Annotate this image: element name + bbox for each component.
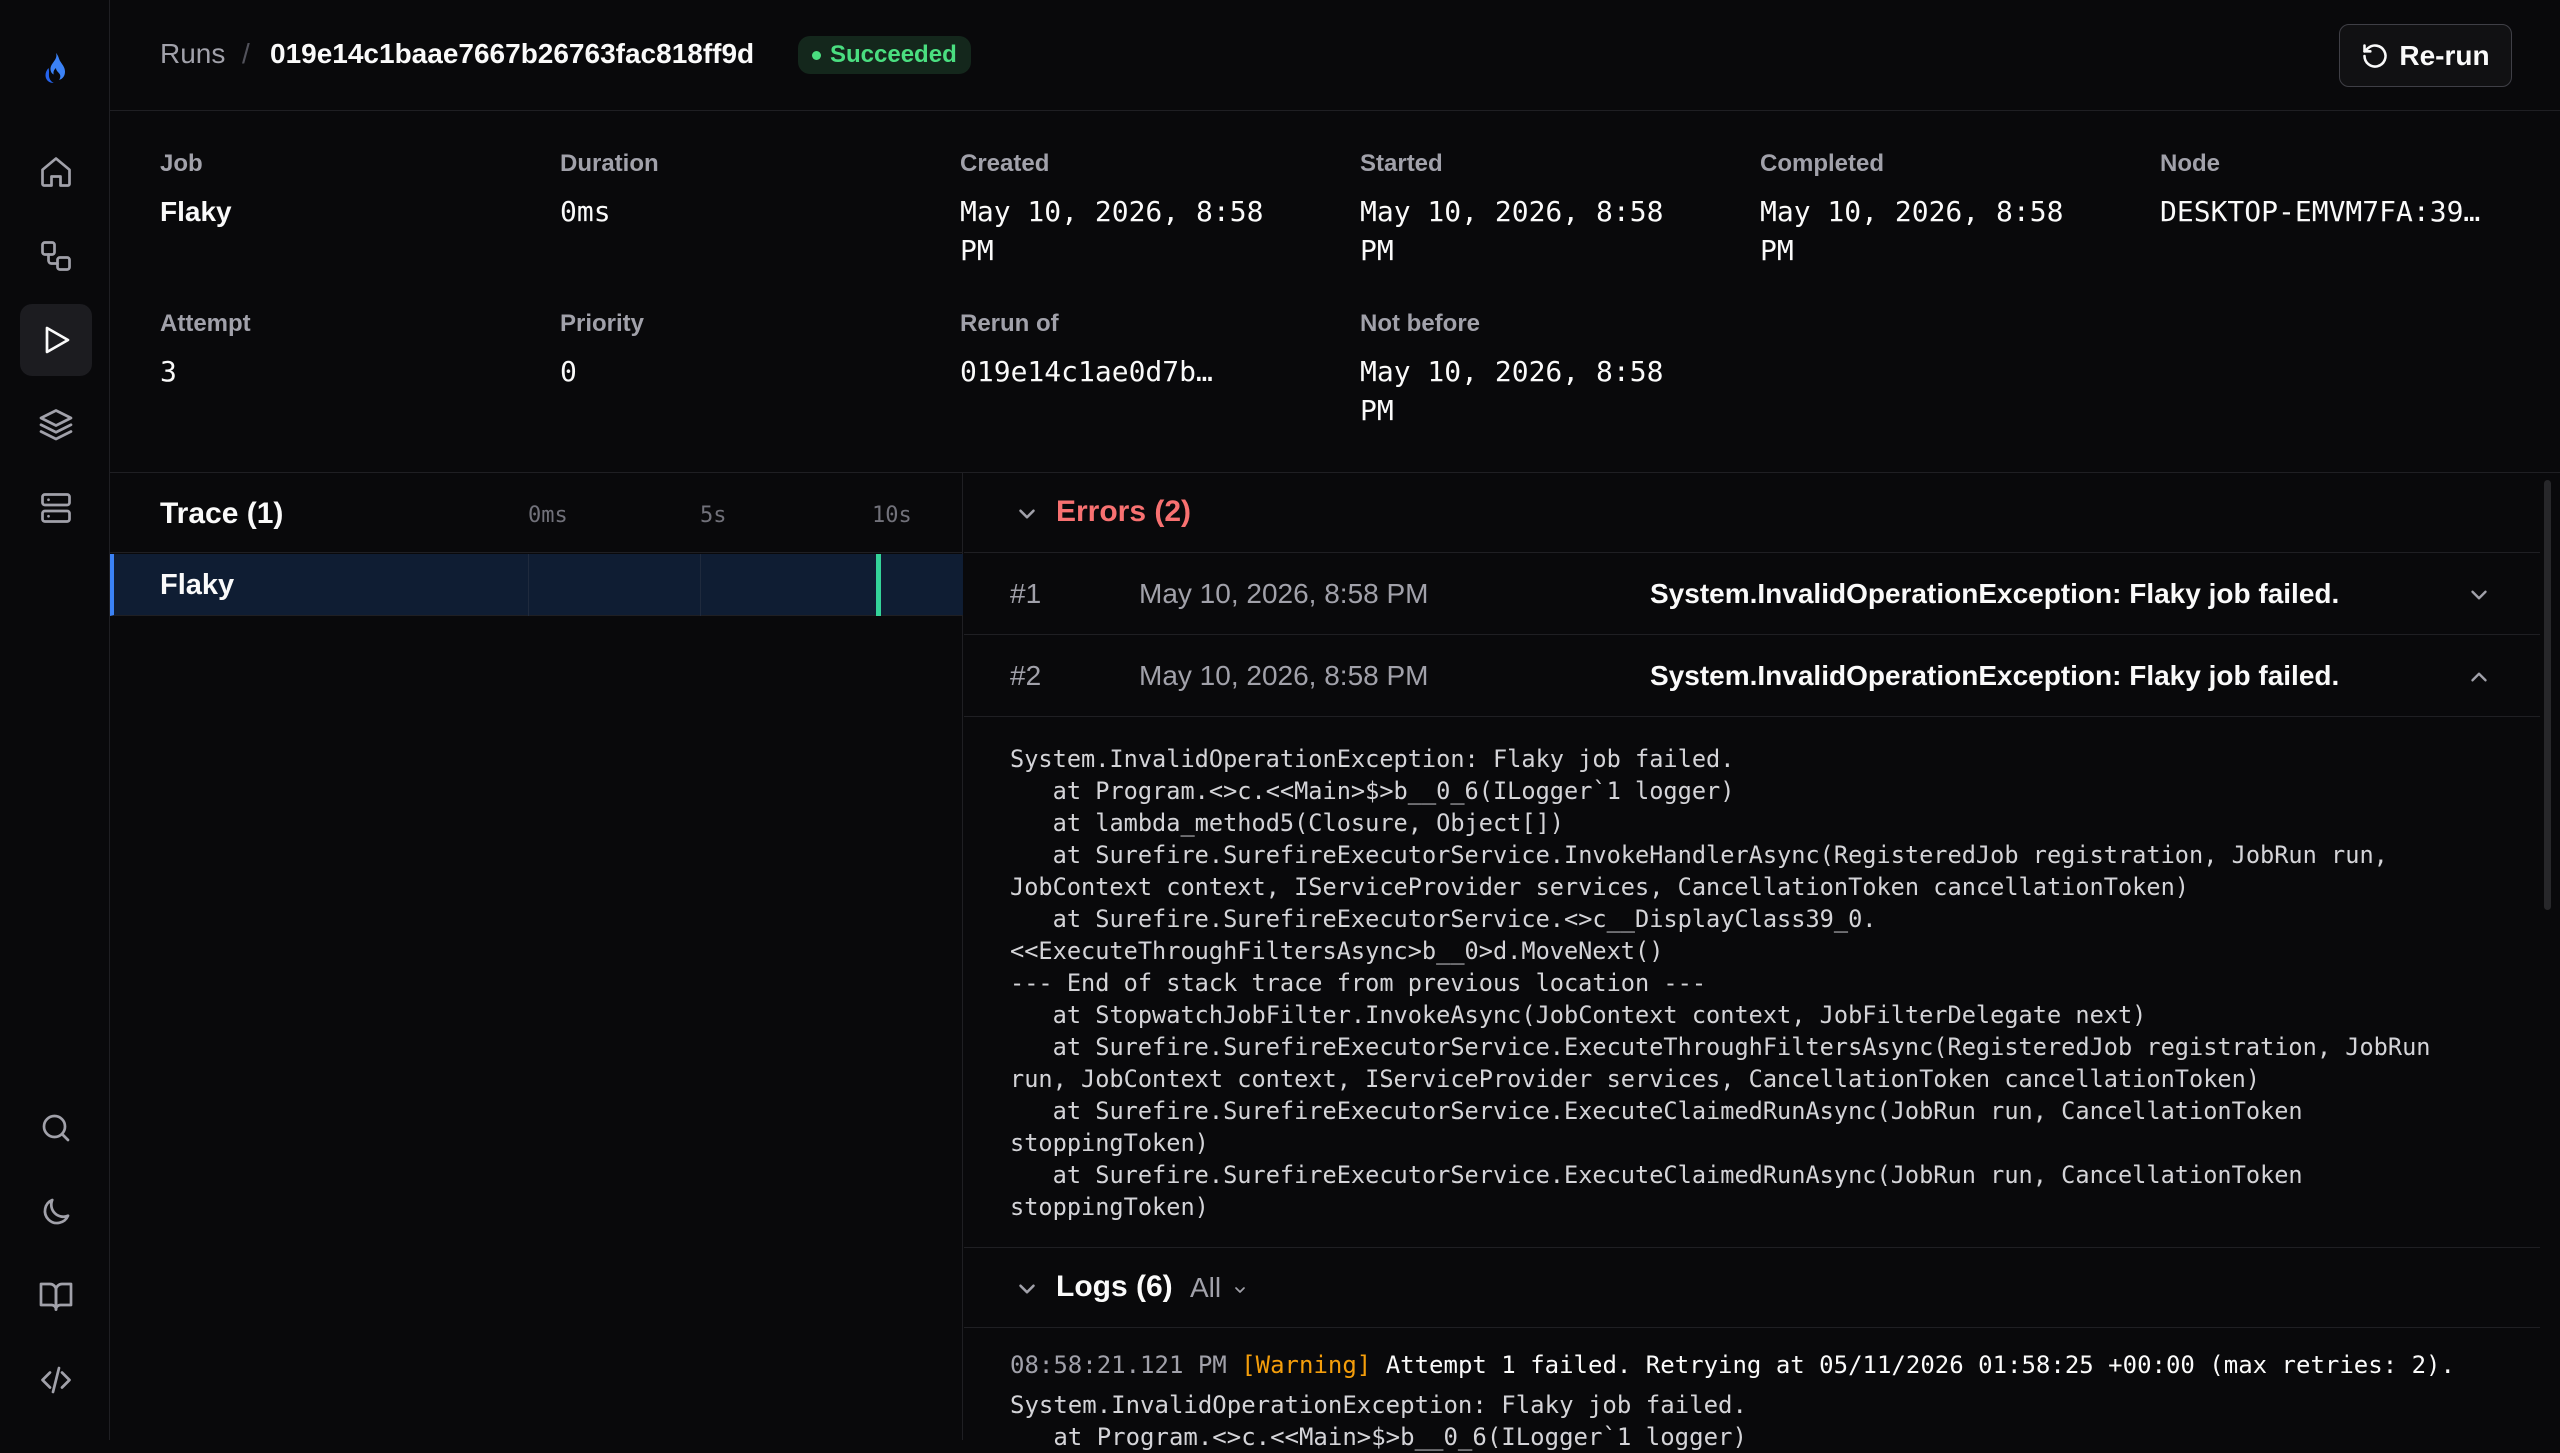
errors-header[interactable]: Errors (2) xyxy=(964,473,2540,553)
logs-filter-select[interactable]: All xyxy=(1190,1272,1221,1304)
detail-created: Created May 10, 2026, 8:58 PM xyxy=(960,150,1290,270)
detail-priority: Priority 0 xyxy=(560,310,940,391)
log-time: 08:58:21.121 PM xyxy=(1010,1351,1227,1379)
trace-header: Trace (1) 0ms 5s 10s xyxy=(110,473,963,553)
details-panel: Errors (2) #1 May 10, 2026, 8:58 PM Syst… xyxy=(964,473,2540,1451)
moon-icon[interactable] xyxy=(20,1176,92,1248)
error-number: #1 xyxy=(1010,578,1042,609)
trace-span-bar[interactable] xyxy=(876,554,881,616)
search-icon[interactable] xyxy=(20,1092,92,1164)
detail-label: Attempt xyxy=(160,310,251,337)
status-badge: Succeeded xyxy=(798,36,971,74)
layers-icon[interactable] xyxy=(20,388,92,460)
server-icon[interactable] xyxy=(20,472,92,544)
stack-trace: System.InvalidOperationException: Flaky … xyxy=(1010,745,2431,1221)
detail-value: May 10, 2026, 8:58 PM xyxy=(1360,195,1664,267)
book-icon[interactable] xyxy=(20,1260,92,1332)
error-time: May 10, 2026, 8:58 PM xyxy=(1139,660,1429,691)
trace-gridline xyxy=(528,554,529,616)
detail-value: 3 xyxy=(160,355,177,388)
error-time: May 10, 2026, 8:58 PM xyxy=(1139,578,1429,609)
breadcrumb-separator: / xyxy=(242,38,250,69)
detail-completed: Completed May 10, 2026, 8:58 PM xyxy=(1760,150,2090,270)
rerun-of-link[interactable]: 019e14c1ae0d7b… xyxy=(960,352,1340,391)
detail-rerun-of: Rerun of 019e14c1ae0d7b… xyxy=(960,310,1340,391)
detail-value: 0 xyxy=(560,355,577,388)
error-number: #2 xyxy=(1010,660,1042,691)
detail-value: DESKTOP-EMVM7FA:39… xyxy=(2160,195,2481,228)
detail-label: Priority xyxy=(560,310,645,337)
detail-value: May 10, 2026, 8:58 PM xyxy=(1360,355,1664,427)
workflow-icon[interactable] xyxy=(20,220,92,292)
error-row[interactable]: #1 May 10, 2026, 8:58 PM System.InvalidO… xyxy=(964,554,2540,635)
detail-label: Completed xyxy=(1760,150,1885,177)
detail-label: Duration xyxy=(560,150,659,177)
trace-row-name: Flaky xyxy=(160,569,235,601)
rerun-button[interactable]: Re-run xyxy=(2339,24,2512,87)
trace-panel: Trace (1) 0ms 5s 10s Flaky xyxy=(110,473,963,1440)
trace-tick: 5s xyxy=(700,503,727,528)
trace-tick: 10s xyxy=(872,503,912,528)
scrollbar[interactable] xyxy=(2544,480,2551,910)
detail-duration: Duration 0ms xyxy=(560,150,940,231)
detail-label: Node xyxy=(2160,150,2220,177)
errors-title: Errors (2) xyxy=(1056,495,1192,528)
sidebar xyxy=(0,0,110,1440)
detail-node: Node DESKTOP-EMVM7FA:39… xyxy=(2160,150,2500,231)
log-level: [Warning] xyxy=(1241,1351,1372,1379)
error-message: System.InvalidOperationException: Flaky … xyxy=(1650,578,2340,609)
home-icon[interactable] xyxy=(20,136,92,208)
detail-attempt: Attempt 3 xyxy=(160,310,540,391)
chevron-up-icon[interactable] xyxy=(2466,664,2492,690)
detail-job: Job Flaky xyxy=(160,150,540,231)
detail-label: Created xyxy=(960,150,1050,177)
detail-not-before: Not before May 10, 2026, 8:58 PM xyxy=(1360,310,1690,430)
breadcrumb-runs[interactable]: Runs xyxy=(160,38,225,70)
chevron-down-icon xyxy=(1019,1284,1035,1294)
detail-label: Not before xyxy=(1360,310,1480,337)
log-line: 08:58:21.121 PM [Warning] Attempt 1 fail… xyxy=(1010,1349,2455,1381)
error-message: System.InvalidOperationException: Flaky … xyxy=(1650,660,2340,691)
trace-tick: 0ms xyxy=(528,503,568,528)
chevron-down-icon[interactable] xyxy=(2466,582,2492,608)
status-text: Succeeded xyxy=(830,41,957,68)
trace-title: Trace (1) xyxy=(160,497,284,530)
flame-icon[interactable] xyxy=(20,32,92,104)
trace-row[interactable]: Flaky xyxy=(110,554,963,616)
rotate-ccw-icon xyxy=(2363,43,2388,68)
log-continuation: at Program.<>c.<<Main>$>b__0_6(ILogger`1… xyxy=(1010,1423,1747,1451)
detail-value: 0ms xyxy=(560,195,611,228)
chevron-down-icon xyxy=(1019,509,1035,519)
detail-started: Started May 10, 2026, 8:58 PM xyxy=(1360,150,1690,270)
log-continuation: System.InvalidOperationException: Flaky … xyxy=(1010,1391,1747,1419)
detail-value: May 10, 2026, 8:58 PM xyxy=(1760,195,2064,267)
detail-label: Rerun of xyxy=(960,310,1059,337)
detail-label: Started xyxy=(1360,150,1443,177)
error-row[interactable]: #2 May 10, 2026, 8:58 PM System.InvalidO… xyxy=(964,636,2540,717)
code-icon[interactable] xyxy=(20,1344,92,1416)
detail-value: Flaky xyxy=(160,196,232,227)
detail-value: May 10, 2026, 8:58 PM xyxy=(960,195,1264,267)
chevron-down-icon[interactable] xyxy=(1232,1282,1248,1298)
page-header: Runs / 019e14c1baae7667b26763fac818ff9d … xyxy=(110,0,2560,111)
log-message: Attempt 1 failed. Retrying at 05/11/2026… xyxy=(1385,1351,2455,1379)
status-dot xyxy=(812,51,821,60)
detail-label: Job xyxy=(160,150,203,177)
run-id: 019e14c1baae7667b26763fac818ff9d xyxy=(270,38,755,69)
logs-title: Logs (6) xyxy=(1056,1270,1173,1303)
trace-gridline xyxy=(700,554,701,616)
play-icon[interactable] xyxy=(20,304,92,376)
rerun-label: Re-run xyxy=(2399,39,2490,71)
logs-header[interactable]: Logs (6) All xyxy=(964,1248,2540,1328)
